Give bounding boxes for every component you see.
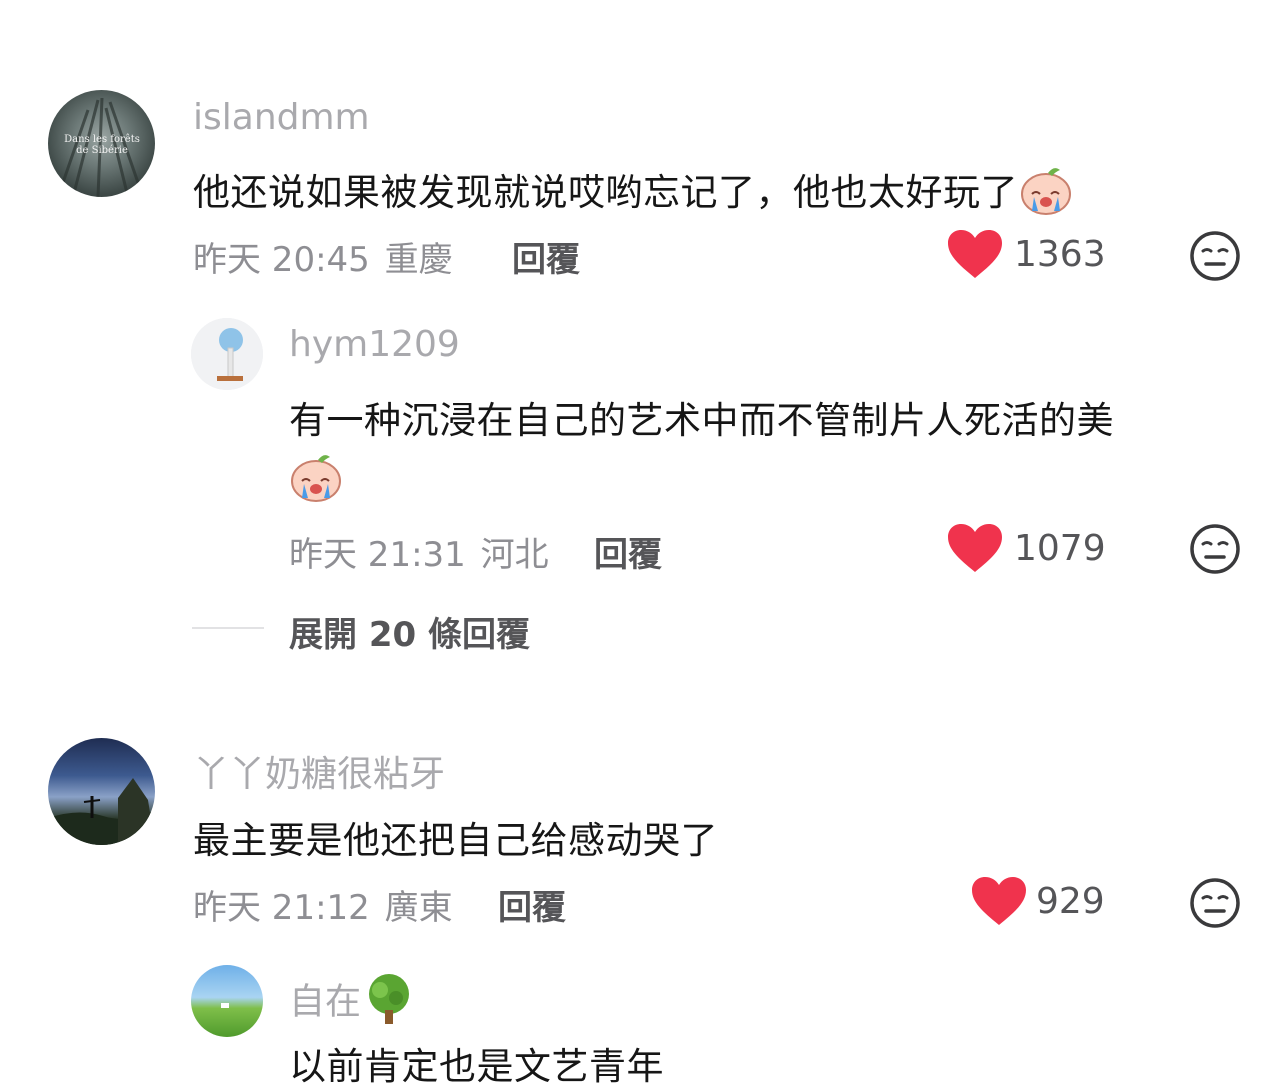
avatar-caption: Dans les forêts de Sibérie (64, 134, 140, 156)
landscape-image (48, 778, 155, 845)
comment-text: 最主要是他还把自己给感动哭了 (193, 819, 718, 862)
like-count: 929 (1036, 881, 1105, 922)
username[interactable]: 丫丫奶糖很粘牙 (193, 745, 445, 797)
comment-location: 重慶 (384, 240, 453, 280)
heart-icon[interactable] (948, 524, 1002, 578)
dislike-icon[interactable] (1189, 230, 1241, 286)
lamp-image (191, 318, 263, 390)
username[interactable]: 自在 (289, 972, 415, 1035)
username[interactable]: islandmm (193, 97, 370, 138)
avatar[interactable] (191, 318, 263, 390)
avatar[interactable]: Dans les forêts de Sibérie (48, 90, 155, 197)
username[interactable]: hym1209 (289, 324, 460, 365)
meadow-image (221, 1003, 229, 1008)
crying-peach-sticker (1018, 164, 1074, 225)
avatar[interactable] (191, 965, 263, 1037)
reply-time: 昨天 21:31 (289, 535, 466, 575)
heart-icon[interactable] (948, 230, 1002, 284)
like-count: 1363 (1014, 234, 1106, 275)
like-count: 1079 (1014, 528, 1106, 569)
reply-button[interactable]: 回覆 (498, 880, 566, 929)
reply-button[interactable]: 回覆 (594, 527, 662, 576)
dislike-icon[interactable] (1189, 877, 1241, 933)
reply-location: 河北 (480, 535, 549, 575)
comment-meta: 昨天 20:45 重慶 (193, 232, 453, 281)
reply-text: 有一种沉浸在自己的艺术中而不管制片人死活的美 (289, 399, 1114, 442)
comment-meta: 昨天 21:12 廣東 (193, 880, 453, 929)
crying-peach-sticker (288, 451, 344, 507)
comment-time: 昨天 20:45 (193, 240, 370, 280)
comment-location: 廣東 (384, 888, 453, 928)
comment-text: 他还说如果被发现就说哎哟忘记了，他也太好玩了 (193, 162, 1074, 225)
dislike-icon[interactable] (1189, 523, 1241, 579)
avatar[interactable] (48, 738, 155, 845)
heart-icon[interactable] (972, 877, 1026, 931)
reply-meta: 昨天 21:31 河北 (289, 527, 549, 576)
expand-divider (192, 627, 264, 629)
comment-time: 昨天 21:12 (193, 888, 370, 928)
expand-replies-button[interactable]: 展開 20 條回覆 (289, 607, 530, 656)
tree-icon (363, 972, 415, 1035)
reply-button[interactable]: 回覆 (512, 232, 580, 281)
